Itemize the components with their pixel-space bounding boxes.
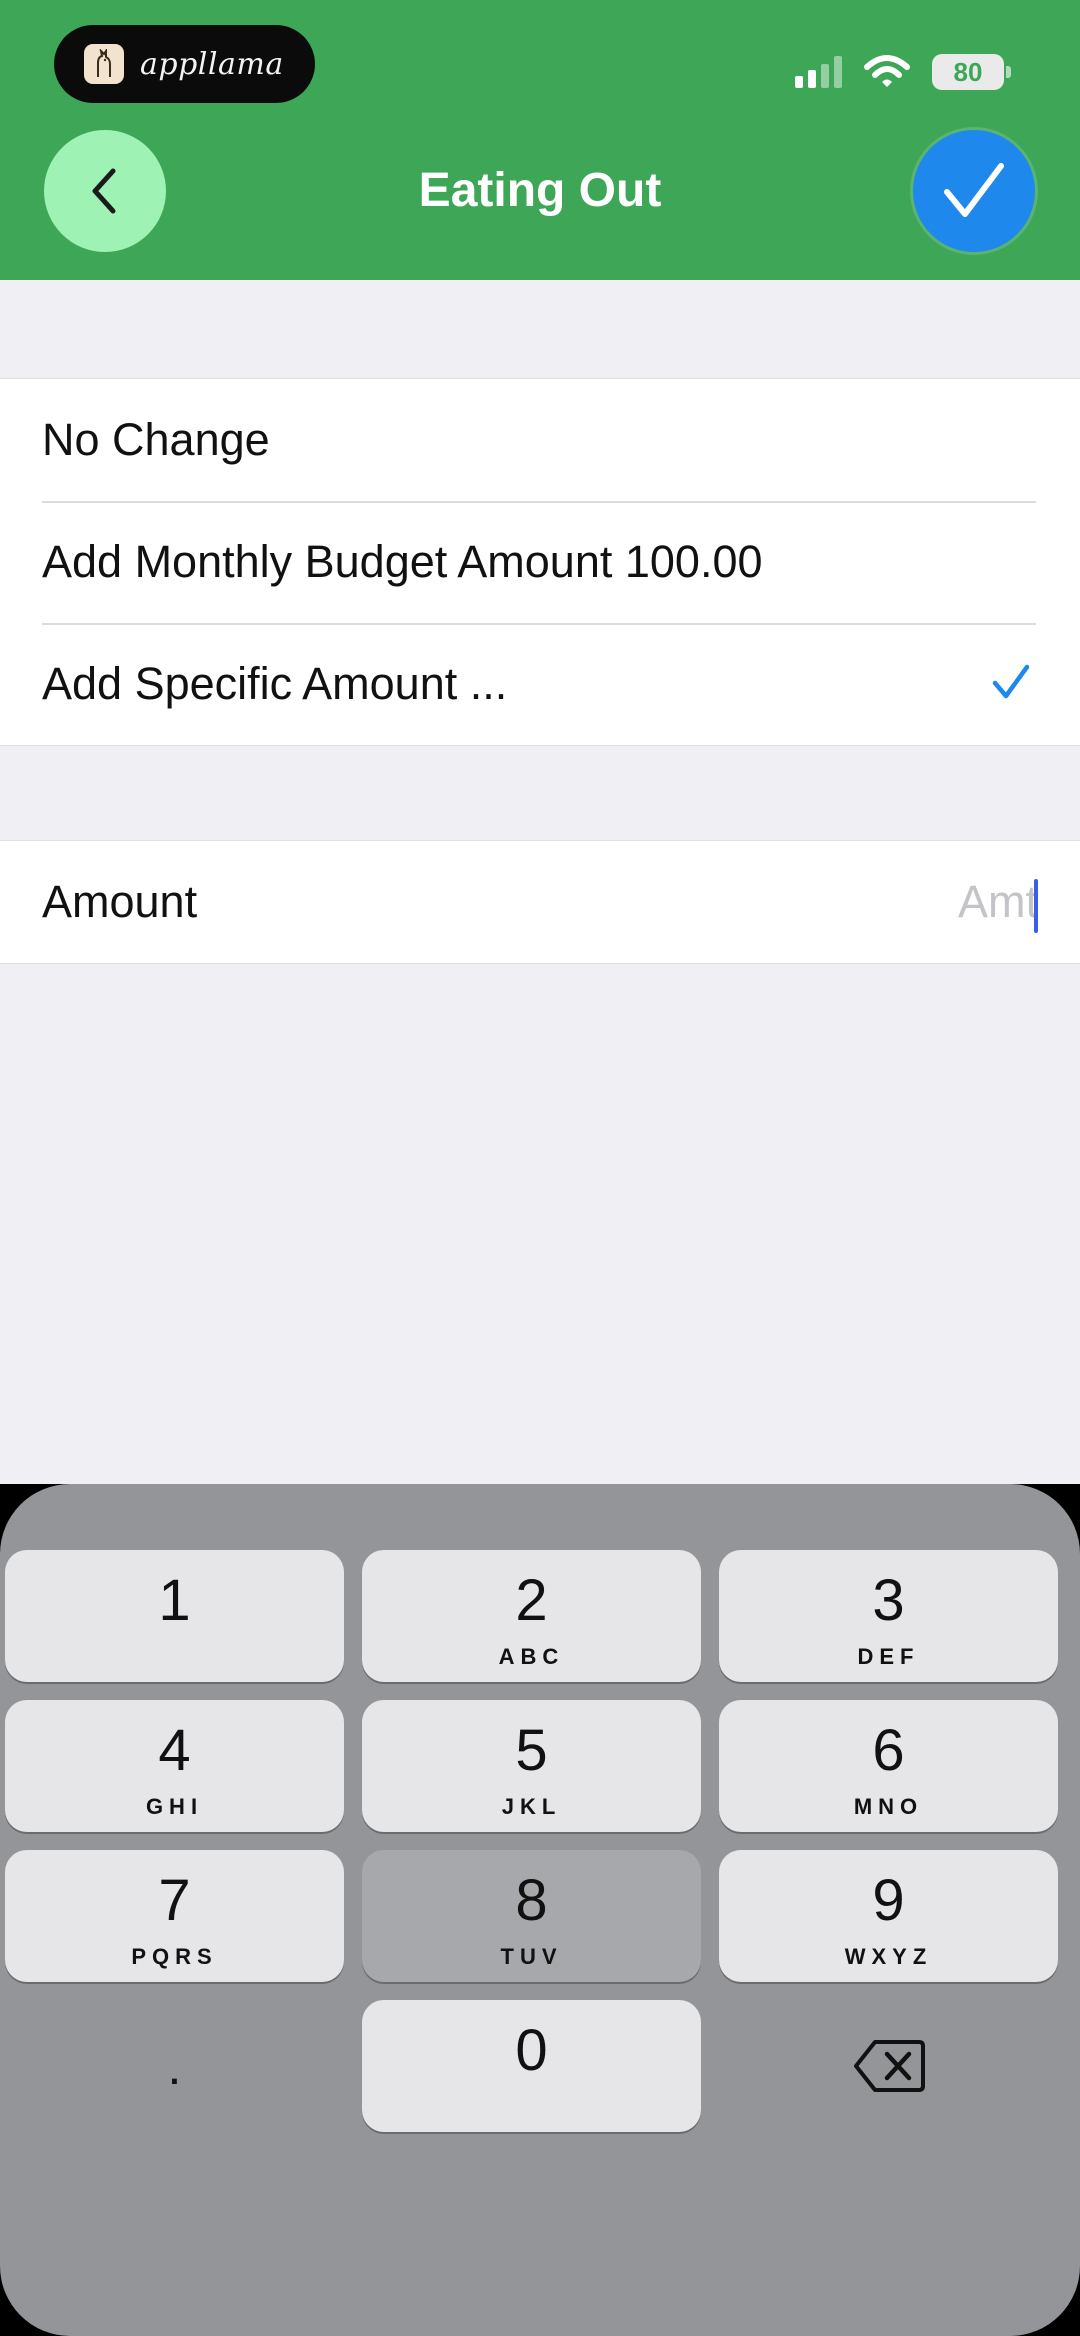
key-digit: 9 xyxy=(872,1868,905,1933)
key-digit: 6 xyxy=(872,1718,905,1783)
option-label: Add Specific Amount ... xyxy=(42,658,508,709)
app-pill: appllama xyxy=(54,25,315,103)
key-digit: 5 xyxy=(515,1718,548,1783)
key-6[interactable]: 6 MNO xyxy=(719,1700,1058,1832)
key-letters: TUV xyxy=(500,1944,563,1969)
key-letters: DEF xyxy=(857,1644,920,1669)
key-decimal[interactable]: . xyxy=(5,2000,344,2132)
screen: appllama 80 Eating Out No Change Add Mon… xyxy=(0,0,1080,2336)
key-0[interactable]: 0 xyxy=(362,2000,701,2132)
key-letters: PQRS xyxy=(131,1944,218,1969)
key-letters: ABC xyxy=(498,1644,565,1669)
selected-checkmark-icon xyxy=(992,664,1030,699)
key-7[interactable]: 7 PQRS xyxy=(5,1850,344,1982)
key-3[interactable]: 3 DEF xyxy=(719,1550,1058,1682)
header-bar: appllama 80 Eating Out xyxy=(0,0,1080,280)
option-label: No Change xyxy=(42,414,270,465)
option-add-monthly-budget[interactable]: Add Monthly Budget Amount 100.00 xyxy=(0,501,1080,623)
cellular-signal-icon xyxy=(795,56,842,88)
checkmark-icon xyxy=(944,163,1004,217)
key-letters: GHI xyxy=(145,1794,204,1819)
text-cursor xyxy=(1034,879,1038,933)
delete-key[interactable] xyxy=(719,2000,1058,2132)
key-4[interactable]: 4 GHI xyxy=(5,1700,344,1832)
llama-logo-icon xyxy=(84,44,124,84)
key-digit: 1 xyxy=(158,1568,191,1633)
key-8[interactable]: 8 TUV xyxy=(362,1850,701,1982)
amount-input[interactable] xyxy=(738,876,1038,928)
key-letters: JKL xyxy=(501,1794,562,1819)
option-add-specific-amount[interactable]: Add Specific Amount ... xyxy=(0,623,1080,745)
battery-level: 80 xyxy=(953,56,983,87)
key-letters: WXYZ xyxy=(844,1944,933,1969)
option-no-change[interactable]: No Change xyxy=(0,379,1080,501)
keyboard-background: 1 2 ABC 3 DEF 4 GHI 5 JKL 6 MNO 7 PQRS 8… xyxy=(0,1484,1080,2336)
amount-label: Amount xyxy=(42,876,198,927)
key-letters: MNO xyxy=(853,1794,924,1819)
key-9[interactable]: 9 WXYZ xyxy=(719,1850,1058,1982)
key-5[interactable]: 5 JKL xyxy=(362,1700,701,1832)
key-1[interactable]: 1 xyxy=(5,1550,344,1682)
wifi-icon xyxy=(864,55,910,87)
key-digit: . xyxy=(167,2039,182,2095)
key-2[interactable]: 2 ABC xyxy=(362,1550,701,1682)
option-list: No Change Add Monthly Budget Amount 100.… xyxy=(0,378,1080,746)
app-brand-name: appllama xyxy=(140,46,284,82)
key-digit: 0 xyxy=(515,2018,548,2083)
amount-row[interactable]: Amount xyxy=(0,841,1080,963)
status-indicators: 80 xyxy=(795,52,1011,92)
key-digit: 3 xyxy=(872,1568,905,1633)
option-label: Add Monthly Budget Amount 100.00 xyxy=(42,536,763,587)
numeric-keypad: 1 2 ABC 3 DEF 4 GHI 5 JKL 6 MNO 7 PQRS 8… xyxy=(0,1484,1080,2336)
key-digit: 2 xyxy=(515,1568,548,1633)
amount-section: Amount xyxy=(0,840,1080,964)
key-digit: 8 xyxy=(515,1868,548,1933)
confirm-button[interactable] xyxy=(913,130,1035,252)
battery-icon: 80 xyxy=(932,54,1011,90)
key-digit: 7 xyxy=(158,1868,191,1933)
key-digit: 4 xyxy=(158,1718,191,1783)
backspace-icon xyxy=(853,2040,925,2092)
